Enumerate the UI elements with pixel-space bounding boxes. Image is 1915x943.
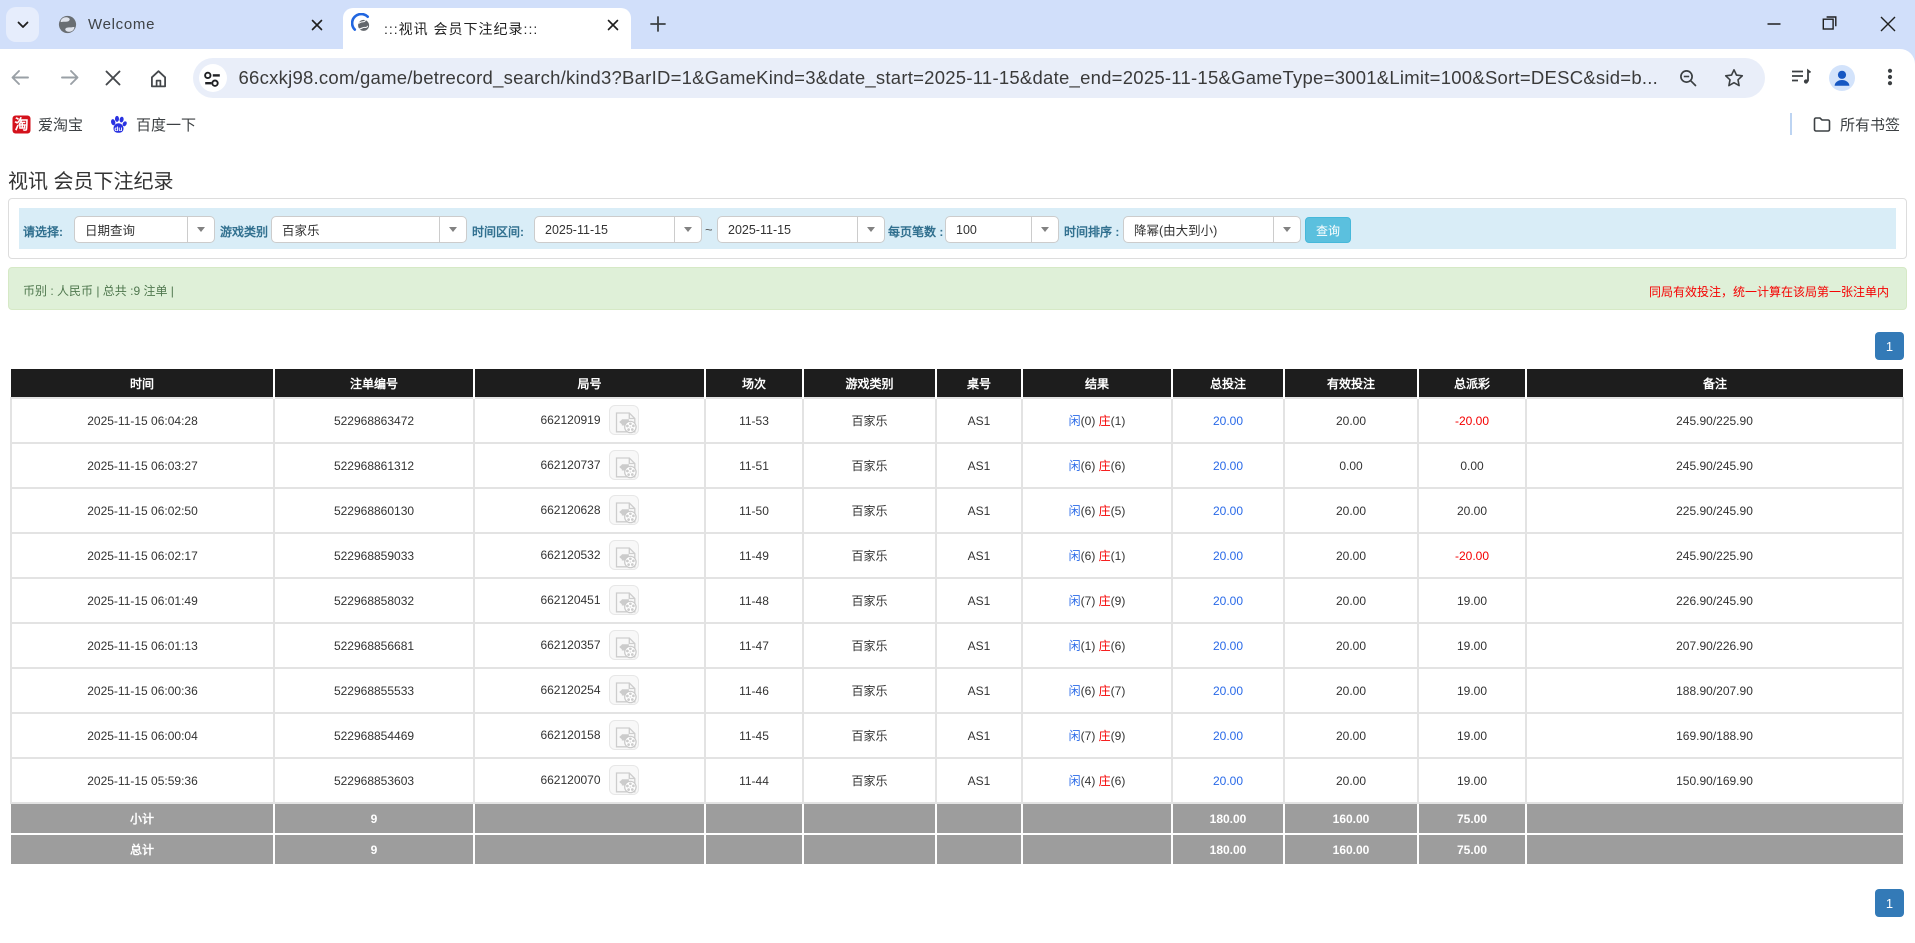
- svg-text:淘: 淘: [15, 116, 29, 132]
- svg-text:du: du: [114, 126, 122, 133]
